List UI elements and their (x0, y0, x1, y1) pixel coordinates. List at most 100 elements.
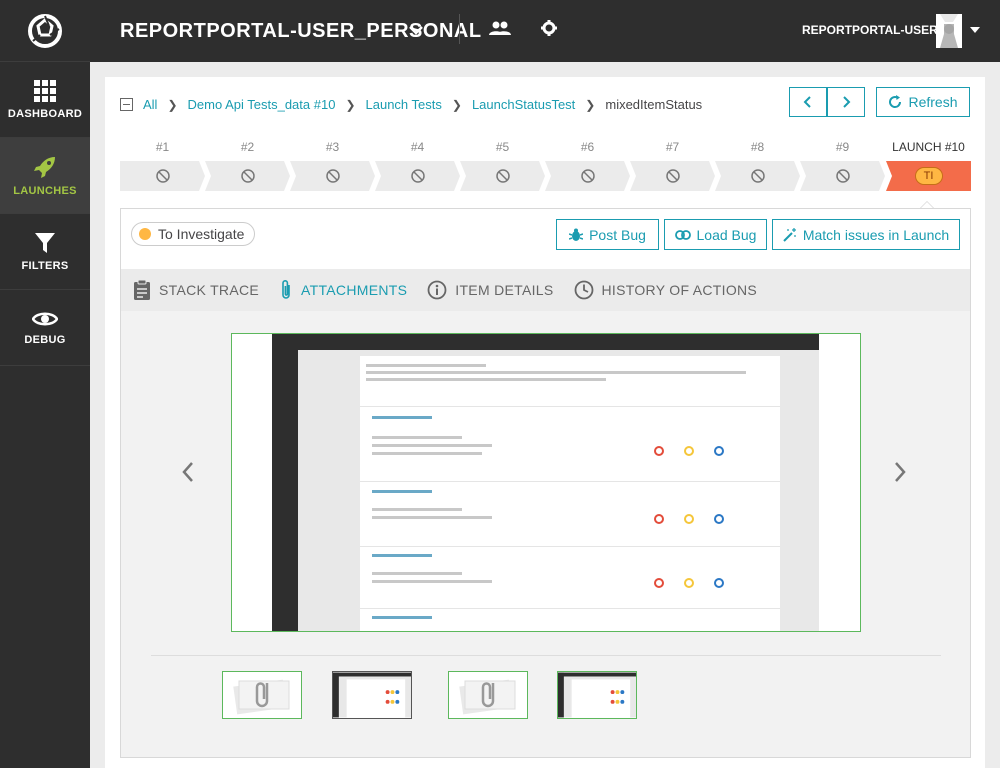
top-header: REPORTPORTAL-USER_PERSONAL REPORTPORTAL-… (90, 0, 1000, 62)
app-logo[interactable] (0, 0, 90, 62)
refresh-button[interactable]: Refresh (876, 87, 970, 117)
tab-stack-trace[interactable]: STACK TRACE (133, 279, 259, 301)
breadcrumb-item-suite[interactable]: Launch Tests (366, 97, 442, 112)
history-label: #4 (410, 140, 425, 154)
bug-icon (569, 228, 584, 241)
user-avatar-icon (936, 14, 962, 48)
history-item[interactable]: #1 (120, 139, 205, 191)
project-name[interactable]: REPORTPORTAL-USER_PERSONAL (120, 20, 482, 43)
caret-down-icon[interactable] (970, 27, 980, 33)
attachment-thumbnail[interactable] (448, 671, 528, 719)
filter-funnel-icon (35, 232, 55, 253)
history-label: #9 (835, 140, 850, 154)
reportportal-logo-icon (28, 13, 62, 48)
attachment-thumbnail[interactable] (332, 671, 412, 719)
match-issues-label: Match issues in Launch (802, 226, 950, 243)
match-issues-button[interactable]: Match issues in Launch (772, 219, 960, 250)
previous-item-button[interactable] (789, 87, 827, 117)
tab-label: STACK TRACE (159, 282, 260, 298)
history-item-active[interactable]: LAUNCH #10 TI (886, 139, 971, 191)
attachment-thumbnail[interactable] (222, 671, 302, 719)
item-details-panel: To Investigate Post Bug Load Bug Match i… (120, 208, 971, 758)
breadcrumb-item-all[interactable]: All (143, 97, 157, 112)
tab-item-details[interactable]: ITEM DETAILS (427, 280, 553, 300)
breadcrumb: All ❯ Demo Api Tests_data #10 ❯ Launch T… (120, 97, 702, 112)
sidebar-item-label: DEBUG (24, 333, 66, 346)
sidebar-item-launches[interactable]: LAUNCHES (0, 138, 90, 214)
history-label: #8 (750, 140, 765, 154)
chevron-down-icon[interactable] (408, 22, 424, 38)
details-tabs: STACK TRACE ATTACHMENTS ITEM DETAILS HIS… (121, 269, 970, 311)
post-bug-button[interactable]: Post Bug (556, 219, 659, 250)
history-item[interactable]: #6 (545, 139, 630, 191)
next-item-button[interactable] (827, 87, 865, 117)
chevron-right-icon: ❯ (167, 97, 178, 112)
load-bug-label: Load Bug (696, 226, 757, 243)
sidebar-item-debug[interactable]: DEBUG (0, 290, 90, 366)
history-label: #3 (325, 140, 340, 154)
chevron-right-icon: ❯ (585, 97, 596, 112)
tab-attachments[interactable]: ATTACHMENTS (279, 279, 407, 301)
active-pointer (920, 201, 934, 208)
post-bug-label: Post Bug (589, 226, 646, 243)
history-label: #1 (155, 140, 170, 154)
breadcrumb-item-test[interactable]: LaunchStatusTest (472, 97, 575, 112)
load-bug-button[interactable]: Load Bug (664, 219, 767, 250)
defect-type-badge[interactable]: To Investigate (131, 222, 256, 246)
breadcrumb-item-launch[interactable]: Demo Api Tests_data #10 (188, 97, 336, 112)
history-line: #1 #2 #3 #4 #5 #6 #7 #8 #9 LAUNCH #10 TI (120, 139, 971, 191)
username[interactable]: REPORTPORTAL-USER (802, 23, 938, 37)
magic-wand-icon (783, 227, 796, 242)
history-item[interactable]: #4 (375, 139, 460, 191)
defect-badge: TI (914, 167, 943, 185)
history-label: #7 (665, 140, 680, 154)
sidebar-item-dashboard[interactable]: DASHBOARD (0, 62, 90, 138)
gallery-previous-arrow[interactable] (181, 461, 195, 483)
history-label: #5 (495, 140, 510, 154)
rocket-icon (34, 156, 55, 178)
header-divider (459, 14, 460, 44)
not-found-icon (156, 169, 170, 183)
dashboard-grid-icon (34, 79, 56, 102)
members-icon[interactable] (489, 20, 511, 38)
clock-icon (574, 280, 593, 300)
history-item[interactable]: #7 (630, 139, 715, 191)
history-item[interactable]: #9 (800, 139, 885, 191)
history-item[interactable]: #5 (460, 139, 545, 191)
tab-label: ATTACHMENTS (301, 282, 408, 298)
attachment-screenshot-thumb (333, 672, 411, 718)
not-found-icon (581, 169, 595, 183)
avatar[interactable] (936, 14, 962, 48)
history-label: #6 (580, 140, 595, 154)
history-item[interactable]: #8 (715, 139, 800, 191)
attachment-screenshot-thumb (558, 672, 636, 718)
attachment-preview[interactable] (231, 333, 861, 632)
attachment-file-icon (233, 679, 290, 715)
attachment-file-icon (459, 679, 516, 715)
gallery-next-arrow[interactable] (893, 461, 907, 483)
history-item[interactable]: #2 (205, 139, 290, 191)
not-found-icon (666, 169, 680, 183)
collapse-toggle[interactable] (120, 98, 133, 111)
history-item[interactable]: #3 (290, 139, 375, 191)
link-icon (674, 229, 691, 240)
clipboard-icon (134, 279, 150, 300)
defect-color-dot (139, 228, 151, 240)
info-icon (427, 280, 447, 300)
attachment-thumbnail-selected[interactable] (557, 671, 637, 719)
chevron-left-icon (803, 96, 811, 108)
chevron-right-icon (843, 96, 851, 108)
eye-icon (32, 312, 58, 325)
history-label: #2 (240, 140, 255, 154)
refresh-icon (889, 95, 902, 108)
sidebar-item-filters[interactable]: FILTERS (0, 214, 90, 290)
tab-label: HISTORY OF ACTIONS (601, 282, 758, 298)
refresh-label: Refresh (908, 94, 958, 110)
not-found-icon (836, 169, 850, 183)
attachments-gallery (121, 311, 970, 757)
gear-icon[interactable] (541, 20, 557, 36)
tab-label: ITEM DETAILS (455, 282, 554, 298)
sidebar-item-label: FILTERS (21, 259, 69, 272)
tab-history-of-actions[interactable]: HISTORY OF ACTIONS (574, 280, 758, 300)
chevron-right-icon: ❯ (451, 97, 462, 112)
